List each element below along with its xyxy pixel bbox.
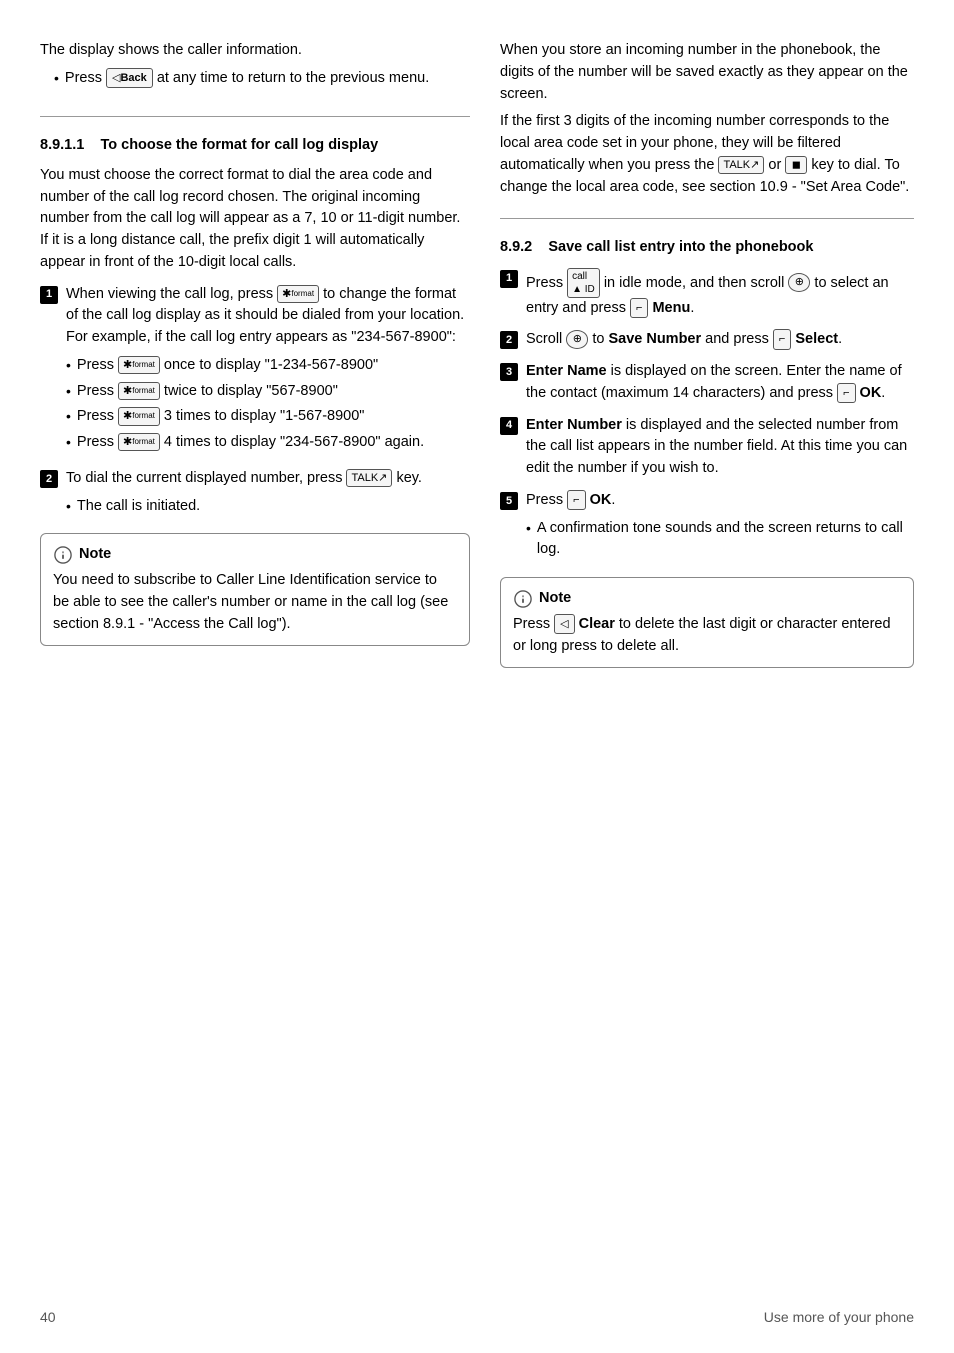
right-item5-sub: • A confirmation tone sounds and the scr… — [526, 518, 914, 562]
format-key-1d: ✱format — [118, 433, 160, 451]
note-text-left: You need to subscribe to Caller Line Ide… — [53, 570, 457, 635]
note-box-right: Note Press ◁ Clear to delete the last di… — [500, 577, 914, 668]
sub-item-2a: • The call is initiated. — [66, 496, 470, 518]
sub-item-1a: • Press ✱format once to display "1-234-5… — [66, 355, 470, 377]
format-key-1a: ✱format — [118, 356, 160, 374]
right-intro-para1: When you store an incoming number in the… — [500, 40, 914, 105]
section-892-list: 1 Press call▲ ID in idle mode, and then … — [500, 268, 914, 566]
talk-key-right: TALK↗ — [718, 156, 764, 174]
right-item-5: 5 Press ⌐ OK. • A confirmation tone soun… — [500, 490, 914, 565]
section-title-8911: To choose the format for call log displa… — [100, 137, 378, 153]
section-8911-list: 1 When viewing the call log, press ✱form… — [40, 284, 470, 522]
back-key-icon: ◁ Back — [106, 68, 153, 88]
hold-key-right: ◼ — [785, 156, 807, 174]
note-icon-right — [513, 589, 533, 609]
right-item-4: 4 Enter Number is displayed and the sele… — [500, 415, 914, 480]
right-column: When you store an incoming number in the… — [500, 40, 914, 668]
item2-sub-list: • The call is initiated. — [66, 496, 470, 518]
talk-key: TALK↗ — [346, 469, 392, 487]
format-key-1b: ✱format — [118, 382, 160, 400]
right-item-1: 1 Press call▲ ID in idle mode, and then … — [500, 268, 914, 320]
format-key-1: ✱format — [277, 285, 319, 303]
num-badge-1: 1 — [40, 286, 58, 304]
note-label-right: Note — [539, 588, 571, 610]
intro-line1: The display shows the caller information… — [40, 40, 470, 62]
note-icon-left — [53, 545, 73, 565]
back-bullet: • Press ◁ Back at any time to return to … — [54, 68, 470, 96]
format-key-1c: ✱format — [118, 407, 160, 425]
menu-key-1: ⌐ — [630, 298, 648, 318]
menu-key-5: ⌐ — [567, 490, 585, 510]
num-badge-2: 2 — [40, 470, 58, 488]
item1-text: When viewing the call log, press — [66, 286, 277, 302]
menu-key-3: ⌐ — [837, 383, 855, 403]
right-num-2: 2 — [500, 331, 518, 349]
section-num-8911: 8.9.1.1 — [40, 137, 84, 153]
right-item-3: 3 Enter Name is displayed on the screen.… — [500, 361, 914, 405]
section-title-892: Save call list entry into the phonebook — [548, 239, 813, 255]
right-num-4: 4 — [500, 417, 518, 435]
sub-item-1c: • Press ✱format 3 times to display "1-56… — [66, 406, 470, 428]
scroll-key-1: ⊕ — [788, 273, 810, 291]
note-label-left: Note — [79, 544, 111, 566]
left-column: The display shows the caller information… — [40, 40, 470, 668]
right-item-2: 2 Scroll ⊕ to Save Number and press ⌐ Se… — [500, 329, 914, 351]
list-item-1: 1 When viewing the call log, press ✱form… — [40, 284, 470, 458]
menu-key-2: ⌐ — [773, 329, 791, 349]
sub-item-1d: • Press ✱format 4 times to display "234-… — [66, 432, 470, 454]
note-box-left: Note You need to subscribe to Caller Lin… — [40, 533, 470, 646]
page-number: 40 — [40, 1309, 56, 1325]
section-8911: 8.9.1.1 To choose the format for call lo… — [40, 135, 470, 647]
right-sub-5a: • A confirmation tone sounds and the scr… — [526, 518, 914, 562]
note-text-right: Press ◁ Clear to delete the last digit o… — [513, 614, 901, 658]
back-suffix: at any time to return to the previous me… — [157, 70, 429, 86]
footer-right-text: Use more of your phone — [764, 1309, 914, 1325]
back-key-note: ◁ — [554, 614, 574, 634]
list-item-2: 2 To dial the current displayed number, … — [40, 468, 470, 522]
section-8911-body: You must choose the correct format to di… — [40, 165, 470, 274]
right-num-5: 5 — [500, 492, 518, 510]
right-num-1: 1 — [500, 270, 518, 288]
right-num-3: 3 — [500, 363, 518, 381]
section-892: 8.9.2 Save call list entry into the phon… — [500, 237, 914, 668]
divider-2 — [500, 218, 914, 219]
section-num-892: 8.9.2 — [500, 239, 532, 255]
intro-section: The display shows the caller information… — [40, 40, 470, 96]
right-intro-para2: If the first 3 digits of the incoming nu… — [500, 111, 914, 198]
page-footer: 40 Use more of your phone — [0, 1309, 954, 1325]
item1-sub-list: • Press ✱format once to display "1-234-5… — [66, 355, 470, 454]
back-press-label: Press — [65, 70, 102, 86]
right-intro: When you store an incoming number in the… — [500, 40, 914, 198]
callerid-key: call▲ ID — [567, 268, 600, 298]
scroll-key-2: ⊕ — [566, 330, 588, 348]
divider-1 — [40, 116, 470, 117]
sub-item-1b: • Press ✱format twice to display "567-89… — [66, 381, 470, 403]
